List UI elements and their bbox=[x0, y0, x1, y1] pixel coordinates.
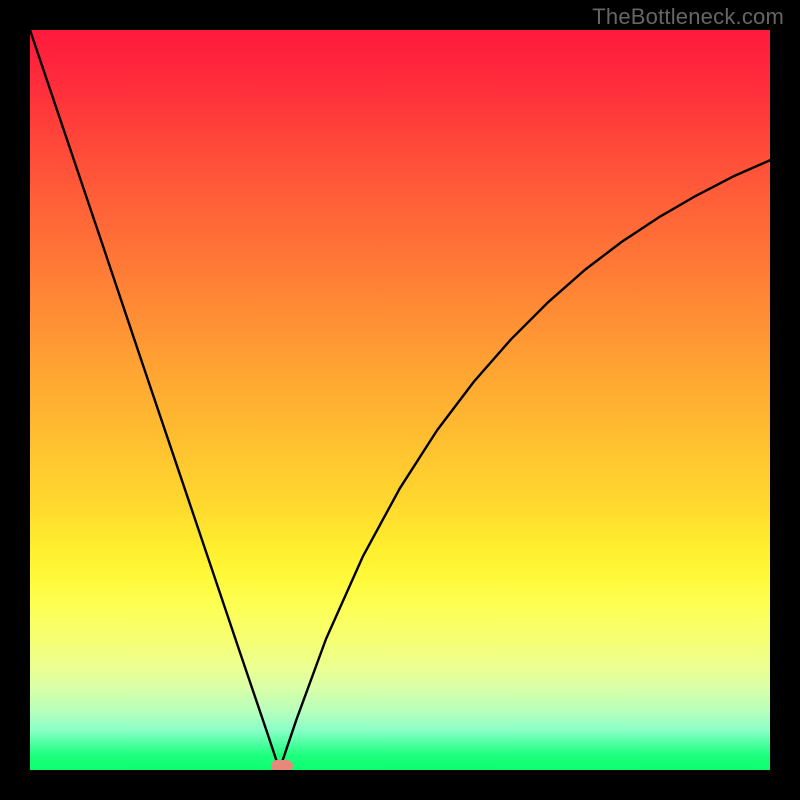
curve-svg bbox=[30, 30, 770, 770]
optimal-point-marker bbox=[271, 760, 293, 770]
chart-frame: TheBottleneck.com bbox=[0, 0, 800, 800]
watermark-text: TheBottleneck.com bbox=[592, 4, 784, 30]
bottleneck-curve-path bbox=[30, 30, 770, 769]
plot-area bbox=[30, 30, 770, 770]
